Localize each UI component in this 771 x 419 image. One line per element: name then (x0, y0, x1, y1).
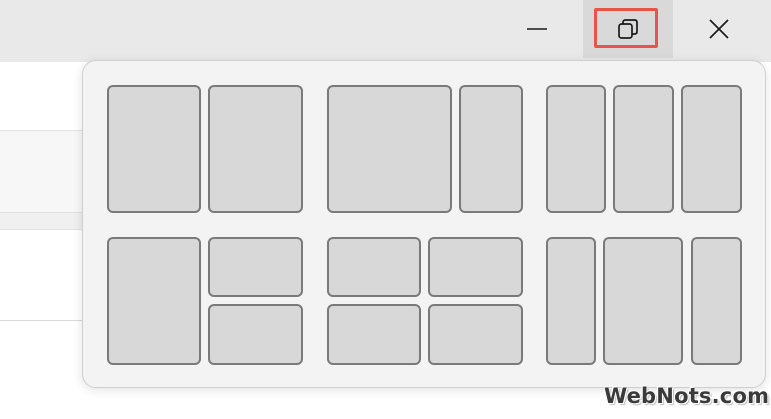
snap-zone-right-half[interactable] (208, 85, 303, 213)
snap-zone-top-left-quarter[interactable] (327, 237, 421, 297)
snap-layout-narrow-wide-narrow[interactable] (546, 237, 742, 365)
snap-zone-wide-center[interactable] (603, 237, 683, 365)
screenshot-stage: WebNots.com (0, 0, 771, 419)
restore-button-highlight (594, 8, 658, 48)
snap-zone-left-half[interactable] (107, 237, 201, 365)
snap-layout-two-equal-columns[interactable] (107, 85, 303, 213)
snap-layout-left-half-right-stacked[interactable] (107, 237, 303, 365)
snap-layout-four-quadrants[interactable] (327, 237, 523, 365)
snap-layouts-flyout (82, 60, 766, 388)
snap-zone-bottom-right-quarter[interactable] (208, 304, 303, 365)
window-title-bar (0, 0, 771, 62)
content-divider-line (0, 320, 90, 321)
content-toolbar-strip (0, 130, 90, 213)
window-content-background (0, 62, 90, 419)
content-separator-strip (0, 212, 90, 230)
snap-zone-top-right-quarter[interactable] (428, 237, 523, 297)
snap-zone-left-half[interactable] (107, 85, 201, 213)
snap-layout-three-equal-columns[interactable] (546, 85, 742, 213)
snap-zone-bottom-left-quarter[interactable] (327, 304, 421, 365)
snap-zone-wide-left[interactable] (327, 85, 452, 213)
close-button[interactable] (674, 0, 764, 58)
snap-zone-right-third[interactable] (681, 85, 742, 213)
snap-zone-top-right-quarter[interactable] (208, 237, 303, 297)
restore-button[interactable] (583, 0, 673, 58)
snap-zone-narrow-left[interactable] (546, 237, 596, 365)
close-icon (709, 19, 729, 39)
snap-zone-narrow-right[interactable] (691, 237, 742, 365)
snap-zone-left-third[interactable] (546, 85, 606, 213)
snap-zone-bottom-right-quarter[interactable] (428, 304, 523, 365)
minimize-icon (527, 28, 547, 30)
snap-zone-narrow-right[interactable] (459, 85, 523, 213)
snap-layout-wide-left-narrow-right[interactable] (327, 85, 523, 213)
watermark-text: WebNots.com (604, 384, 770, 408)
minimize-button[interactable] (492, 0, 582, 58)
snap-zone-middle-third[interactable] (613, 85, 674, 213)
